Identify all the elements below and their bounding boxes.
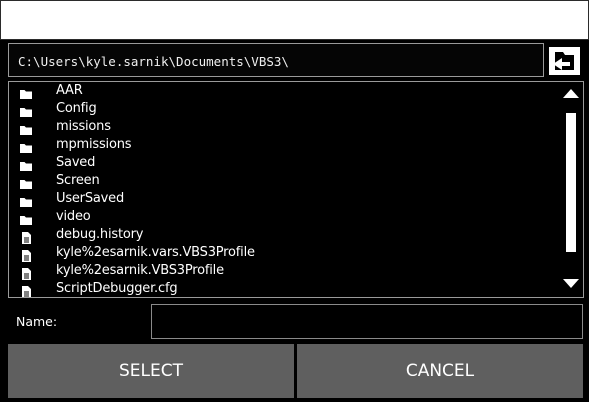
folder-icon	[20, 211, 32, 225]
scroll-up-arrow-icon[interactable]	[562, 88, 580, 99]
file-name-label: debug.history	[56, 227, 144, 242]
file-name-label: AAR	[56, 83, 83, 98]
folder-list-item[interactable]: video	[9, 208, 557, 226]
folder-icon	[20, 157, 32, 171]
scrollbar-thumb[interactable]	[566, 113, 576, 252]
file-icon	[20, 283, 32, 297]
file-list-item[interactable]: kyle%2esarnik.vars.VBS3Profile	[9, 244, 557, 262]
dialog-titlebar	[1, 1, 588, 39]
file-list-item[interactable]: kyle%2esarnik.VBS3Profile	[9, 262, 557, 280]
file-icon	[20, 229, 32, 244]
file-name-label: Config	[56, 101, 97, 116]
name-input[interactable]	[151, 304, 583, 339]
current-path-text: C:\Users\kyle.sarnik\Documents\VBS3\	[18, 54, 289, 69]
current-path-field[interactable]: C:\Users\kyle.sarnik\Documents\VBS3\	[8, 43, 544, 77]
file-name-label: kyle%2esarnik.VBS3Profile	[56, 263, 224, 278]
file-list-item[interactable]: debug.history	[9, 226, 557, 244]
folder-icon	[20, 103, 32, 117]
folder-icon	[20, 85, 32, 99]
file-name-label: video	[56, 209, 91, 224]
cancel-button[interactable]: CANCEL	[297, 344, 583, 398]
folder-list-item[interactable]: mpmissions	[9, 136, 557, 154]
parent-folder-button[interactable]	[549, 47, 580, 75]
folder-up-arrow-icon	[553, 52, 574, 70]
folder-icon	[20, 121, 32, 135]
folder-list-item[interactable]: Config	[9, 100, 557, 118]
dialog-body: C:\Users\kyle.sarnik\Documents\VBS3\ AAR…	[0, 40, 589, 402]
file-name-label: UserSaved	[56, 191, 124, 206]
file-browser-dialog: C:\Users\kyle.sarnik\Documents\VBS3\ AAR…	[0, 0, 589, 402]
file-name-label: ScriptDebugger.cfg	[56, 281, 178, 296]
folder-list-item[interactable]: UserSaved	[9, 190, 557, 208]
file-name-label: kyle%2esarnik.vars.VBS3Profile	[56, 245, 255, 260]
folder-list-item[interactable]: missions	[9, 118, 557, 136]
folder-list-item[interactable]: Screen	[9, 172, 557, 190]
file-name-label: missions	[56, 119, 111, 134]
folder-icon	[20, 193, 32, 207]
folder-icon	[20, 175, 32, 189]
folder-list-item[interactable]: Saved	[9, 154, 557, 172]
select-button[interactable]: SELECT	[8, 344, 294, 398]
folder-icon	[20, 139, 32, 153]
file-name-label: Screen	[56, 173, 100, 188]
scroll-down-arrow-icon[interactable]	[562, 278, 580, 289]
file-icon	[20, 247, 32, 262]
name-label: Name:	[16, 314, 58, 329]
file-icon	[20, 265, 32, 280]
file-list[interactable]: AAR Config missions mpmissions Saved Screen Us…	[8, 81, 584, 298]
file-name-label: Saved	[56, 155, 96, 170]
file-name-label: mpmissions	[56, 137, 132, 152]
folder-list-item[interactable]: AAR	[9, 82, 557, 100]
file-list-item[interactable]: ScriptDebugger.cfg	[9, 280, 557, 297]
